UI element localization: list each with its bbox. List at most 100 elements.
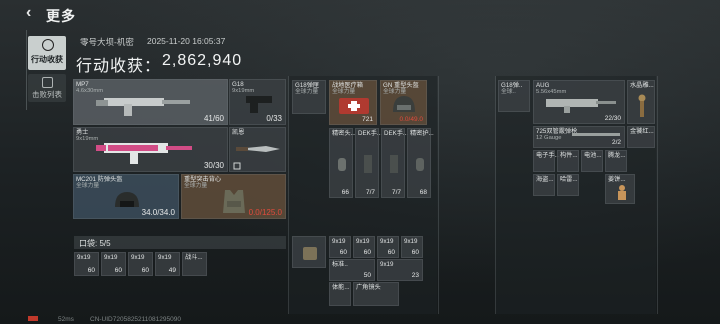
backpack-item[interactable]: 广角镜头 — [353, 282, 399, 306]
item-name: 水晶雕... — [630, 82, 654, 89]
mag-icon — [364, 155, 372, 173]
backpack-slot[interactable] — [292, 236, 326, 268]
pouch-label: 口袋: 5/5 — [79, 239, 111, 248]
list-icon — [42, 77, 53, 88]
tab-label: 击败列表 — [32, 90, 62, 99]
item-name: 姜饼... — [608, 176, 626, 183]
rig-item[interactable]: DEK手... 7/7 — [355, 128, 383, 198]
shotgun-icon — [572, 133, 620, 136]
loot-item[interactable]: 姜饼... — [605, 174, 635, 204]
gn-helmet-card[interactable]: GN 重型头盔 全球力量 0.0/49.0 — [380, 80, 427, 125]
medkit-card[interactable]: 战地医疗箱 全球力量 721 — [329, 80, 377, 125]
item-name: 电池... — [584, 152, 602, 159]
backpack-item[interactable]: 9x19 60 — [353, 236, 375, 258]
loot-item[interactable]: 构件... — [557, 150, 579, 172]
armor-card[interactable]: 重型突击背心 全球力量 0.0/125.0 — [181, 174, 286, 219]
pouch-item[interactable]: 9x19 60 — [74, 252, 99, 276]
vest-icon — [223, 190, 245, 213]
item-name: 标准.. — [332, 261, 348, 268]
backpack-item[interactable]: 9x19 60 — [401, 236, 423, 258]
backpack-item[interactable]: 标准.. 50 — [329, 259, 375, 281]
pouch-item[interactable]: 9x19 60 — [101, 252, 126, 276]
item-name: 战斗... — [185, 254, 203, 261]
weapon-card-g18[interactable]: G18 9x19mm 0/33 — [229, 79, 286, 125]
rig-item[interactable]: DEK手... 7/7 — [381, 128, 409, 198]
target-icon — [42, 39, 54, 51]
item-name: G18 — [232, 81, 244, 88]
smg-icon — [96, 143, 192, 164]
mag-card[interactable]: G18弹.. 全球.. — [498, 80, 530, 112]
item-name: DEK手... — [384, 130, 409, 137]
loot-item[interactable]: 电子手... — [533, 150, 560, 172]
item-name: 9x19 — [380, 261, 394, 268]
item-count: 50 — [363, 272, 371, 279]
item-name: MP7 — [76, 81, 89, 88]
backpack-item[interactable]: 9x19 60 — [377, 236, 399, 258]
item-count: 49 — [168, 267, 176, 274]
pouch-header: 口袋: 5/5 — [74, 236, 286, 249]
medkit-icon — [339, 98, 369, 114]
weapon-card-warrior[interactable]: 勇士 9x19mm 30/30 — [73, 127, 228, 172]
item-name: 勇士 — [76, 129, 89, 136]
gain-value: 2,862,940 — [162, 52, 243, 69]
item-sub: 全球力量 — [184, 183, 208, 189]
helmet-icon — [115, 192, 139, 207]
pouch-item[interactable]: 9x19 49 — [155, 252, 180, 276]
signal-icon — [28, 316, 38, 321]
pouch-item[interactable]: 战斗... — [182, 252, 207, 276]
item-name: 精密头... — [332, 130, 356, 137]
loot-item[interactable]: 海盗... — [533, 174, 555, 196]
loot-item[interactable]: 腾龙... — [605, 150, 627, 172]
rig-item[interactable]: 精密头... 66 — [329, 128, 356, 198]
durability: 0.0/49.0 — [399, 116, 424, 123]
item-count: 66 — [341, 189, 349, 196]
valuable-card[interactable]: 水晶雕... — [627, 80, 655, 124]
rig-mag-slot[interactable]: G18弹匣 全球力量 — [292, 80, 326, 114]
backpack-item[interactable]: 9x19 23 — [377, 259, 423, 281]
gain-label: 行动收获： — [76, 58, 162, 75]
item-name: GN 重型头盔 — [383, 82, 419, 89]
item-count: 60 — [114, 267, 122, 274]
item-count: 22/30 — [604, 115, 621, 122]
item-name: 精密护... — [410, 130, 434, 137]
statue-icon — [638, 94, 646, 117]
pouch-item[interactable]: 9x19 60 — [128, 252, 153, 276]
item-name: DEK手... — [358, 130, 383, 137]
item-name: 海盗... — [536, 176, 554, 183]
mp7-icon — [96, 98, 190, 116]
weapon-card-knife[interactable]: 凯恩 — [229, 127, 286, 172]
tab-action-gain[interactable]: 行动收获 — [28, 36, 66, 70]
item-count: 0/33 — [266, 114, 282, 123]
item-name: MC201 防弹头盔 — [76, 176, 123, 183]
rig-item[interactable]: 精密护... 68 — [407, 128, 434, 198]
item-count: 60 — [387, 249, 395, 256]
loot-item[interactable]: 电池... — [581, 150, 603, 172]
operation-name: 零号大坝-机密 — [80, 37, 134, 47]
rifle-icon — [546, 99, 616, 113]
item-name: 哈雷... — [560, 176, 578, 183]
valuable-card[interactable]: 金饕红... — [627, 126, 655, 148]
item-sub: 全球力量 — [295, 89, 319, 95]
pistol-icon — [246, 96, 272, 113]
helmet-card[interactable]: MC201 防弹头盔 全球力量 34.0/34.0 — [73, 174, 179, 219]
top-bar: ‹ 更多 — [0, 0, 720, 28]
item-count: 68 — [419, 189, 427, 196]
item-count: 41/60 — [203, 114, 224, 123]
weapon-card-aug[interactable]: AUG 5.56x45mm 22/30 — [533, 80, 625, 124]
item-sub: 全球力量 — [76, 183, 100, 189]
weapon-card-mp7[interactable]: MP7 4.6x30mm 41/60 — [73, 79, 228, 125]
item-name: 9x19 — [380, 238, 394, 245]
item-count: 7/7 — [391, 189, 401, 196]
item-name: 广角镜头 — [356, 284, 381, 291]
item-count: 721 — [362, 116, 373, 123]
item-count: 60 — [87, 267, 95, 274]
back-arrow-icon[interactable]: ‹ — [26, 5, 40, 21]
weapon-card-725[interactable]: 725双管霰弹枪 12 Gauge 2/2 — [533, 126, 625, 148]
item-name: 9x19 — [404, 238, 418, 245]
backpack-item[interactable]: 体能... — [329, 282, 351, 306]
loot-item[interactable]: 哈雷... — [557, 174, 579, 196]
item-name: 9x19 — [104, 254, 118, 261]
durability: 34.0/34.0 — [141, 208, 175, 217]
tab-kill-list[interactable]: 击败列表 — [28, 74, 66, 102]
backpack-item[interactable]: 9x19 60 — [329, 236, 351, 258]
